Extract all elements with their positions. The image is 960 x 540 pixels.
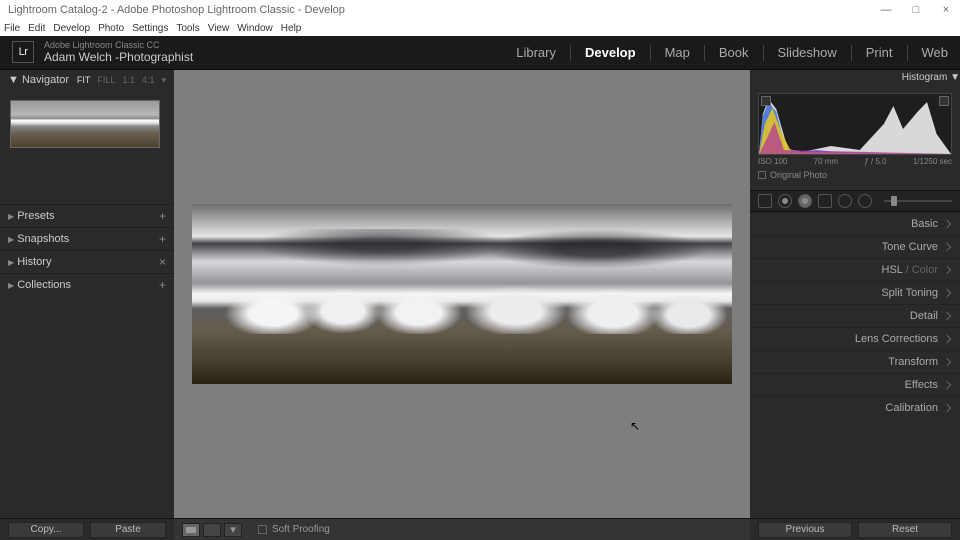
chevron-left-icon xyxy=(943,312,951,320)
lightroom-logo-icon: Lr xyxy=(12,41,34,63)
menu-tools[interactable]: Tools xyxy=(176,23,199,34)
minimize-icon[interactable]: — xyxy=(880,4,892,16)
cursor-icon: ↖ xyxy=(630,419,640,433)
panel-lens-corrections[interactable]: Lens Corrections xyxy=(750,327,960,350)
checkbox-icon xyxy=(258,525,267,534)
divider xyxy=(570,45,571,61)
previous-button[interactable]: Previous xyxy=(758,522,852,538)
panel-tone-curve[interactable]: Tone Curve xyxy=(750,235,960,258)
clipping-shadows-icon[interactable] xyxy=(761,96,771,106)
histogram[interactable] xyxy=(758,93,952,155)
adjustment-brush-tool-icon[interactable] xyxy=(858,194,872,208)
histogram-title: Histogram xyxy=(902,72,948,83)
panel-hsl[interactable]: HSL / Color xyxy=(750,258,960,281)
chevron-down-icon[interactable]: ▼ xyxy=(950,72,960,83)
loupe-view-icon[interactable] xyxy=(182,523,200,537)
chevron-left-icon xyxy=(943,381,951,389)
histogram-shutter: 1/1250 sec xyxy=(913,157,952,166)
tool-strip xyxy=(750,190,960,212)
checkbox-icon xyxy=(758,171,766,179)
panel-collections[interactable]: ▶ Collections+ xyxy=(0,273,174,296)
module-map[interactable]: Map xyxy=(665,45,690,60)
soft-proofing-toggle[interactable]: Soft Proofing xyxy=(258,524,330,535)
window-titlebar: Lightroom Catalog-2 - Adobe Photoshop Li… xyxy=(0,0,960,20)
divider xyxy=(704,45,705,61)
divider xyxy=(650,45,651,61)
panel-snapshots[interactable]: ▶ Snapshots+ xyxy=(0,227,174,250)
module-web[interactable]: Web xyxy=(922,45,949,60)
divider xyxy=(851,45,852,61)
clipping-highlights-icon[interactable] xyxy=(939,96,949,106)
menu-settings[interactable]: Settings xyxy=(132,23,168,34)
chevron-left-icon xyxy=(943,404,951,412)
menu-photo[interactable]: Photo xyxy=(98,23,124,34)
panel-presets[interactable]: ▶ Presets+ xyxy=(0,204,174,227)
panel-history[interactable]: ▶ History× xyxy=(0,250,174,273)
module-book[interactable]: Book xyxy=(719,45,749,60)
module-develop[interactable]: Develop xyxy=(585,45,636,60)
menu-bar: File Edit Develop Photo Settings Tools V… xyxy=(0,20,960,36)
menu-view[interactable]: View xyxy=(208,23,230,34)
identity-user: Adam Welch -Photographist xyxy=(44,51,193,64)
identity-plate: Lr Adobe Lightroom Classic CC Adam Welch… xyxy=(12,41,193,64)
graduated-filter-tool-icon[interactable] xyxy=(818,194,832,208)
app-header: Lr Adobe Lightroom Classic CC Adam Welch… xyxy=(0,36,960,70)
close-icon[interactable]: × xyxy=(940,4,952,16)
panel-split-toning[interactable]: Split Toning xyxy=(750,281,960,304)
module-picker: Library Develop Map Book Slideshow Print… xyxy=(516,45,948,61)
original-photo-toggle[interactable]: Original Photo xyxy=(758,166,952,184)
module-slideshow[interactable]: Slideshow xyxy=(778,45,837,60)
chevron-down-icon[interactable]: ▾ xyxy=(161,75,166,86)
maximize-icon[interactable]: □ xyxy=(910,4,922,16)
left-panel: ▼ Navigator FIT FILL 1:1 4:1 ▾ ▶ Presets… xyxy=(0,70,174,518)
radial-filter-tool-icon[interactable] xyxy=(838,194,852,208)
photo-preview[interactable] xyxy=(192,204,732,384)
canvas[interactable]: ↖ xyxy=(174,70,750,518)
zoom-1-1[interactable]: 1:1 xyxy=(122,75,135,86)
copy-button[interactable]: Copy... xyxy=(8,522,84,538)
divider xyxy=(763,45,764,61)
panel-basic[interactable]: Basic xyxy=(750,212,960,235)
window-title: Lightroom Catalog-2 - Adobe Photoshop Li… xyxy=(8,4,345,16)
navigator-thumbnail[interactable] xyxy=(10,100,160,148)
redeye-tool-icon[interactable] xyxy=(798,194,812,208)
panel-detail[interactable]: Detail xyxy=(750,304,960,327)
menu-edit[interactable]: Edit xyxy=(28,23,45,34)
chevron-left-icon xyxy=(943,358,951,366)
module-print[interactable]: Print xyxy=(866,45,893,60)
zoom-fit[interactable]: FIT xyxy=(77,75,91,86)
divider xyxy=(907,45,908,61)
panel-effects[interactable]: Effects xyxy=(750,373,960,396)
chevron-left-icon xyxy=(943,220,951,228)
histogram-focal: 70 mm xyxy=(814,157,838,166)
menu-window[interactable]: Window xyxy=(237,23,273,34)
paste-button[interactable]: Paste xyxy=(90,522,166,538)
menu-help[interactable]: Help xyxy=(281,23,302,34)
chevron-left-icon xyxy=(943,243,951,251)
chevron-left-icon xyxy=(943,335,951,343)
menu-develop[interactable]: Develop xyxy=(53,23,90,34)
chevron-down-icon: ▼ xyxy=(8,74,19,86)
histogram-aperture: ƒ / 5.0 xyxy=(864,157,886,166)
panel-calibration[interactable]: Calibration xyxy=(750,396,960,419)
chevron-left-icon xyxy=(943,266,951,274)
spot-removal-tool-icon[interactable] xyxy=(778,194,792,208)
histogram-iso: ISO 100 xyxy=(758,157,787,166)
right-panel: Histogram ▼ ISO 100 70 mm ƒ / 5.0 1/1250… xyxy=(750,70,960,518)
crop-tool-icon[interactable] xyxy=(758,194,772,208)
zoom-fill[interactable]: FILL xyxy=(97,75,115,86)
chevron-left-icon xyxy=(943,289,951,297)
before-after-lr-icon[interactable] xyxy=(203,523,221,537)
mask-slider[interactable] xyxy=(884,200,952,202)
module-library[interactable]: Library xyxy=(516,45,556,60)
panel-transform[interactable]: Transform xyxy=(750,350,960,373)
navigator-header[interactable]: ▼ Navigator FIT FILL 1:1 4:1 ▾ xyxy=(0,70,174,90)
before-after-tb-icon[interactable]: ▾ xyxy=(224,523,242,537)
zoom-4-1[interactable]: 4:1 xyxy=(142,75,155,86)
menu-file[interactable]: File xyxy=(4,23,20,34)
reset-button[interactable]: Reset xyxy=(858,522,952,538)
